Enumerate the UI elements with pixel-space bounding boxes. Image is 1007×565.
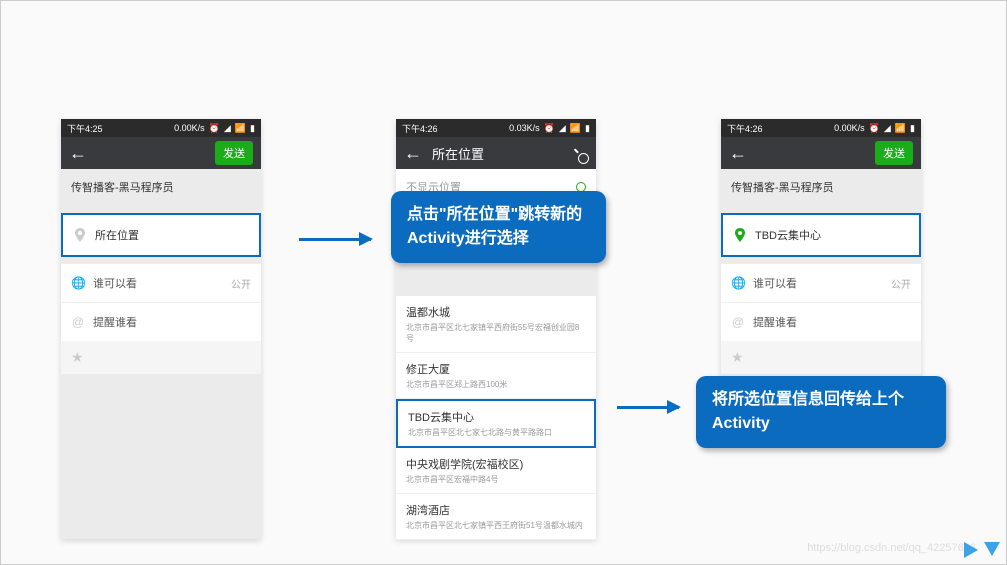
- globe-icon: 🌐: [731, 276, 745, 290]
- location-name: 修正大厦: [406, 361, 586, 377]
- location-row[interactable]: 所在位置: [61, 213, 261, 257]
- arrow-1: [299, 238, 371, 241]
- location-addr: 北京市昌平区北七家七北路与黄平路路口: [408, 427, 584, 438]
- phone-screen-2: 下午4:26 0.03K/s ⏰ ◢ 📶 ▮ ← 所在位置 不显示位置 温都水城…: [396, 119, 596, 539]
- battery-icon: ▮: [910, 123, 915, 134]
- corner-decorations: [964, 542, 1000, 558]
- location-pin-icon: [733, 228, 747, 242]
- star-row[interactable]: ★: [61, 341, 261, 374]
- alarm-icon: ⏰: [209, 123, 220, 134]
- status-bar: 下午4:25 0.00K/s ⏰ ◢ 📶 ▮: [61, 119, 261, 137]
- location-name: 温都水城: [406, 304, 586, 320]
- location-item[interactable]: 湖湾酒店 北京市昌平区北七家镇平西王府街51号温都水城内: [396, 494, 596, 540]
- wifi-icon: ◢: [224, 123, 231, 134]
- triangle-right-icon: [964, 542, 978, 558]
- visibility-label: 谁可以看: [753, 275, 883, 291]
- remind-row[interactable]: @ 提醒谁看: [61, 302, 261, 341]
- arrow-2: [617, 406, 679, 409]
- send-button[interactable]: 发送: [875, 141, 913, 165]
- phone-screen-3: 下午4:26 0.00K/s ⏰ ◢ 📶 ▮ ← 发送 传智播客-黑马程序员 T…: [721, 119, 921, 419]
- location-text: 所在位置: [95, 227, 249, 243]
- visibility-value: 公开: [231, 276, 251, 291]
- location-item-selected[interactable]: TBD云集中心 北京市昌平区北七家七北路与黄平路路口: [396, 399, 596, 448]
- mention-icon: @: [731, 315, 745, 329]
- signal-icon: 📶: [570, 123, 581, 134]
- back-icon[interactable]: ←: [69, 143, 87, 164]
- user-label: 传智播客-黑马程序员: [61, 169, 261, 205]
- nav-title: 所在位置: [432, 144, 558, 163]
- location-row[interactable]: TBD云集中心: [721, 213, 921, 257]
- alarm-icon: ⏰: [544, 123, 555, 134]
- star-row[interactable]: ★: [721, 341, 921, 374]
- send-button[interactable]: 发送: [215, 141, 253, 165]
- signal-icon: 📶: [895, 123, 906, 134]
- battery-icon: ▮: [585, 123, 590, 134]
- back-icon[interactable]: ←: [404, 143, 422, 164]
- location-addr: 北京市昌平区宏福中路4号: [406, 474, 586, 485]
- battery-icon: ▮: [250, 123, 255, 134]
- remind-row[interactable]: @ 提醒谁看: [721, 302, 921, 341]
- visibility-label: 谁可以看: [93, 275, 223, 291]
- callout-1: 点击"所在位置"跳转新的Activity进行选择: [391, 191, 606, 263]
- location-text: TBD云集中心: [755, 227, 909, 243]
- triangle-down-icon: [984, 542, 1000, 556]
- status-speed: 0.00K/s: [174, 123, 205, 133]
- nav-bar: ← 发送: [721, 137, 921, 169]
- callout-2: 将所选位置信息回传给上个Activity: [696, 376, 946, 448]
- phone-screen-1: 下午4:25 0.00K/s ⏰ ◢ 📶 ▮ ← 发送 传智播客-黑马程序员 所…: [61, 119, 261, 539]
- nav-bar: ← 所在位置: [396, 137, 596, 169]
- status-time: 下午4:26: [727, 122, 763, 135]
- status-time: 下午4:26: [402, 122, 438, 135]
- user-label: 传智播客-黑马程序员: [721, 169, 921, 205]
- remind-label: 提醒谁看: [753, 314, 911, 330]
- status-speed: 0.03K/s: [509, 123, 540, 133]
- location-item[interactable]: 修正大厦 北京市昌平区郑上路西100米: [396, 353, 596, 399]
- location-addr: 北京市昌平区郑上路西100米: [406, 379, 586, 390]
- location-addr: 北京市昌平区北七家镇平西府街55号宏福创业园8号: [406, 322, 586, 344]
- location-addr: 北京市昌平区北七家镇平西王府街51号温都水城内: [406, 520, 586, 531]
- status-speed: 0.00K/s: [834, 123, 865, 133]
- location-pin-icon: [73, 228, 87, 242]
- location-item[interactable]: 中央戏剧学院(宏福校区) 北京市昌平区宏福中路4号: [396, 448, 596, 494]
- signal-icon: 📶: [235, 123, 246, 134]
- location-name: 中央戏剧学院(宏福校区): [406, 456, 586, 472]
- location-item[interactable]: 温都水城 北京市昌平区北七家镇平西府街55号宏福创业园8号: [396, 296, 596, 353]
- visibility-row[interactable]: 🌐 谁可以看 公开: [721, 263, 921, 302]
- mention-icon: @: [71, 315, 85, 329]
- visibility-value: 公开: [891, 276, 911, 291]
- remind-label: 提醒谁看: [93, 314, 251, 330]
- back-icon[interactable]: ←: [729, 143, 747, 164]
- watermark: https://blog.csdn.net/qq_42257666: [807, 542, 976, 554]
- wifi-icon: ◢: [559, 123, 566, 134]
- status-bar: 下午4:26 0.03K/s ⏰ ◢ 📶 ▮: [396, 119, 596, 137]
- wifi-icon: ◢: [884, 123, 891, 134]
- visibility-row[interactable]: 🌐 谁可以看 公开: [61, 263, 261, 302]
- status-time: 下午4:25: [67, 122, 103, 135]
- nav-bar: ← 发送: [61, 137, 261, 169]
- alarm-icon: ⏰: [869, 123, 880, 134]
- globe-icon: 🌐: [71, 276, 85, 290]
- location-name: TBD云集中心: [408, 409, 584, 425]
- location-name: 湖湾酒店: [406, 502, 586, 518]
- status-bar: 下午4:26 0.00K/s ⏰ ◢ 📶 ▮: [721, 119, 921, 137]
